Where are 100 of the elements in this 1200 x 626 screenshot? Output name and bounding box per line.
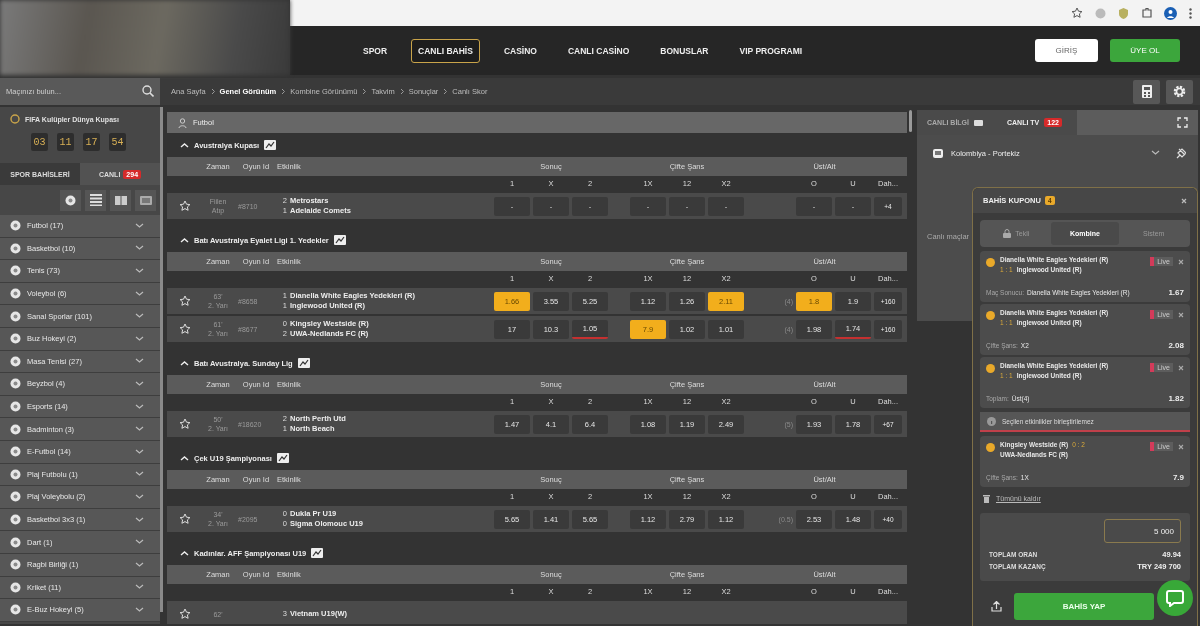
profile-avatar[interactable]: [1164, 6, 1177, 20]
chevron-icon: [210, 88, 215, 95]
coin-icon: [986, 443, 995, 452]
sport-icon: [10, 604, 21, 616]
stats-icon[interactable]: [333, 235, 346, 245]
sport-icon: [10, 468, 21, 480]
scroll-thumb[interactable]: [909, 110, 912, 132]
sport-icon: [10, 220, 21, 232]
sport-icon: [10, 423, 21, 435]
list-view-button[interactable]: [85, 189, 106, 211]
star-icon[interactable]: [1071, 7, 1083, 19]
chevron-icon[interactable]: [180, 550, 189, 556]
nav-link[interactable]: SPOR: [356, 38, 395, 63]
chevron-icon: [135, 335, 144, 342]
chevron-icon: [135, 493, 144, 500]
chevron-icon: [135, 222, 144, 229]
menu-icon[interactable]: [1189, 7, 1192, 19]
scrollbar[interactable]: [160, 107, 163, 612]
calculator-icon: [1141, 85, 1152, 98]
sport-icon: [10, 310, 21, 322]
stats-icon[interactable]: [297, 358, 310, 368]
coin-icon: [986, 311, 995, 320]
countdown-digit: 17: [83, 133, 100, 151]
stats-icon[interactable]: [311, 548, 324, 558]
grid-view-button[interactable]: [110, 189, 131, 211]
chevron-icon[interactable]: [180, 360, 189, 366]
ball-view-button[interactable]: [60, 189, 81, 211]
coin-icon: [986, 364, 995, 373]
odds-value: 1.67: [1168, 288, 1184, 297]
nav-link[interactable]: CANLI BAHİS: [411, 38, 480, 63]
countdown-digit: 11: [57, 133, 74, 151]
chevron-icon[interactable]: [180, 237, 189, 243]
countdown-digit: 03: [31, 133, 48, 151]
chevron-icon: [135, 539, 144, 546]
nav-link[interactable]: CANLI CASİNO: [560, 38, 637, 63]
sport-icon: [10, 446, 21, 458]
chevron-icon[interactable]: [180, 142, 189, 148]
chevron-icon: [135, 516, 144, 523]
trash-icon[interactable]: [983, 493, 990, 503]
info-icon: [987, 416, 996, 426]
odds-value: 2.08: [1168, 341, 1184, 350]
settings-icon: [1173, 85, 1186, 98]
chevron-icon: [135, 268, 144, 274]
list-icon: [89, 194, 102, 206]
close-icon[interactable]: [1178, 312, 1184, 318]
sport-icon: [10, 378, 21, 390]
stats-icon[interactable]: [276, 453, 289, 463]
settings-button[interactable]: [1166, 79, 1193, 104]
nav-link[interactable]: VIP PROGRAMI: [732, 38, 810, 63]
fullscreen-icon: [1177, 117, 1188, 128]
odds-value: 1.82: [1168, 394, 1184, 403]
sport-icon: [10, 355, 21, 367]
chevron-icon: [281, 88, 286, 95]
sport-icon: [10, 265, 21, 277]
chevron-icon: [135, 403, 144, 410]
chevron-icon: [135, 606, 144, 613]
close-icon[interactable]: [1178, 259, 1184, 265]
stake-field[interactable]: 5 000: [1104, 519, 1181, 543]
sport-icon: [10, 514, 21, 525]
chevron-icon: [135, 426, 144, 433]
close-icon[interactable]: [1181, 197, 1187, 204]
coin-icon: [986, 258, 995, 267]
stats-icon[interactable]: [264, 140, 277, 150]
sport-icon: [10, 581, 21, 593]
sport-icon: [10, 491, 21, 503]
sport-icon: [10, 536, 21, 548]
chevron-icon[interactable]: [180, 455, 189, 461]
grid-icon: [114, 195, 127, 205]
tv-icon: [933, 148, 943, 158]
close-icon[interactable]: [1178, 365, 1184, 371]
chevron-icon: [135, 313, 144, 320]
pin-icon[interactable]: [1176, 147, 1186, 159]
nav-link[interactable]: BONUSLAR: [653, 38, 716, 63]
chevron-icon: [135, 245, 144, 252]
screen-icon: [139, 195, 152, 205]
sport-icon: [10, 401, 21, 413]
chevron-icon: [443, 88, 448, 95]
ball-icon: [65, 194, 76, 206]
chevron-icon: [135, 358, 144, 365]
chat-icon: [1166, 589, 1184, 607]
fullscreen-button[interactable]: [1175, 115, 1190, 130]
nav-link[interactable]: CASİNO: [496, 38, 544, 63]
sport-icon: [10, 288, 21, 300]
chevron-icon: [135, 561, 144, 568]
odds-value: 7.9: [1172, 473, 1184, 482]
sport-icon: [10, 559, 21, 571]
player-icon: [178, 117, 187, 128]
screen-view-button[interactable]: [135, 189, 156, 211]
sport-icon: [10, 333, 21, 345]
search-icon[interactable]: [142, 85, 154, 97]
close-icon[interactable]: [1178, 444, 1184, 450]
calculator-button[interactable]: [1133, 79, 1160, 104]
info-icon: [974, 119, 983, 126]
chevron-icon: [135, 380, 144, 387]
login-button[interactable]: GİRİŞ: [1035, 39, 1098, 62]
chevron-icon: [1151, 150, 1160, 156]
chevron-icon: [135, 448, 144, 455]
puzzle-icon[interactable]: [1141, 7, 1152, 19]
share-icon[interactable]: [991, 601, 1002, 612]
chevron-icon: [135, 584, 144, 591]
